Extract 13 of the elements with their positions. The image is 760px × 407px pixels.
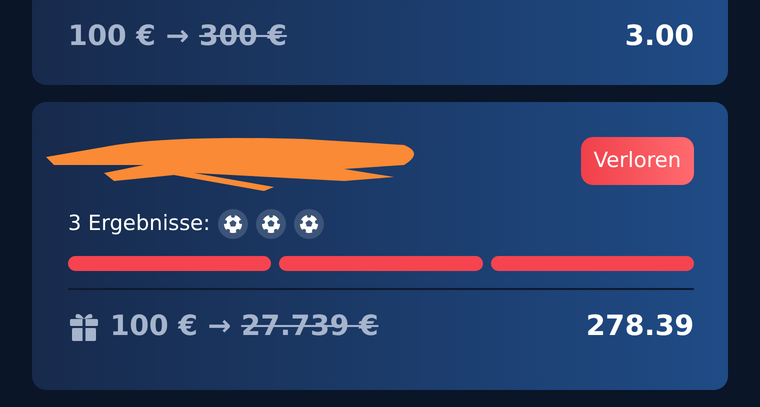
soccer-ball-icon	[294, 208, 324, 239]
arrow-text: →	[208, 308, 232, 344]
stake-amount: 100 €	[68, 18, 156, 54]
soccer-ball-icon	[256, 208, 286, 239]
results-label: 3 Ergebnisse:	[68, 210, 210, 237]
odds-value: 278.39	[586, 308, 694, 344]
payout-amount: 300 €	[199, 18, 287, 54]
stake-amount: 100 €	[110, 308, 198, 344]
soccer-ball-icon	[218, 208, 248, 239]
payout-amount: 27.739 €	[241, 308, 378, 344]
status-tag: Verloren	[580, 137, 694, 185]
arrow-text: →	[166, 18, 190, 54]
odds-value: 3.00	[624, 18, 694, 54]
